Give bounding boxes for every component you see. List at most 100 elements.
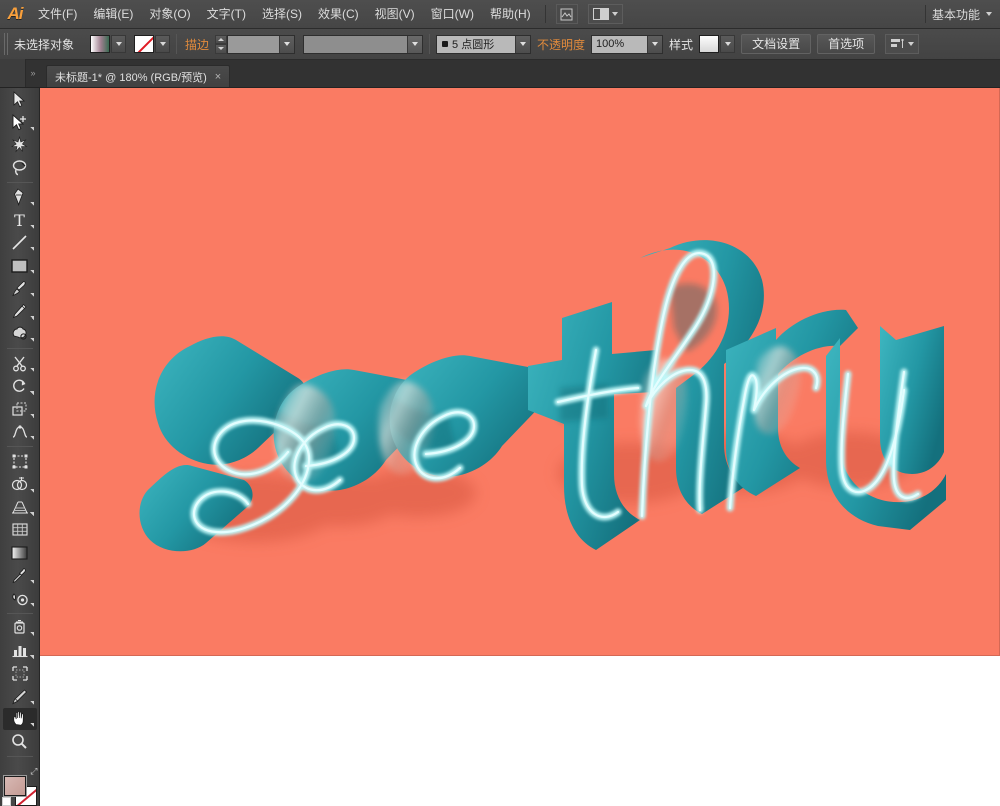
tool-divider [6,612,33,614]
workspace-label[interactable]: 基本功能 [932,6,980,23]
menu-effect[interactable]: 效果(C) [310,0,367,29]
tool-divider [6,446,33,448]
magic-wand-tool[interactable] [3,134,37,157]
fill-gradient-swatch[interactable] [90,35,111,53]
perspective-grid-tool[interactable] [3,496,37,519]
stroke-profile-dropdown-icon[interactable] [407,35,423,53]
pen-tool[interactable] [3,186,37,209]
brush-dropdown-icon[interactable] [515,35,531,53]
stroke-swatch-group[interactable] [134,35,171,53]
gradient-tool[interactable] [3,541,37,564]
line-segment-tool[interactable] [3,232,37,255]
scissors-tool[interactable] [3,352,37,375]
menu-select[interactable]: 选择(S) [254,0,310,29]
menu-file[interactable]: 文件(F) [30,0,85,29]
hand-tool[interactable] [2,707,37,731]
tool-divider [6,348,33,350]
opacity-dropdown-icon[interactable] [647,35,663,53]
opacity-value: 100% [596,38,625,50]
stroke-dropdown-button[interactable] [155,35,171,53]
tool-flyout-indicator-icon [29,700,34,705]
document-tab[interactable]: 未标题-1* @ 180% (RGB/预览) × [46,65,231,87]
swap-fill-stroke-icon[interactable]: ⤢ [30,766,37,777]
tool-flyout-indicator-icon [29,723,34,728]
align-options-icon[interactable] [885,34,920,54]
lasso-tool[interactable] [3,156,37,179]
opacity-label[interactable]: 不透明度 [537,36,585,53]
tool-flyout-indicator-icon [29,247,34,252]
selection-tool[interactable] [3,88,37,111]
artwork-3d-text[interactable] [40,88,1000,656]
chevron-down-icon [908,42,915,46]
stroke-profile-select[interactable] [303,34,424,54]
scale-tool[interactable] [3,398,37,421]
close-icon[interactable]: × [215,71,221,83]
menu-view[interactable]: 视图(V) [367,0,423,29]
zoom-tool[interactable] [3,730,37,753]
tab-bar-grip[interactable]: » [26,59,40,87]
brush-value: 5 点圆形 [452,39,495,51]
control-bar-grip[interactable] [4,33,10,55]
stroke-weight-stepper[interactable] [215,34,228,54]
stepper-down-icon [218,47,225,51]
opacity-input[interactable]: 100% [591,34,664,54]
menu-edit[interactable]: 编辑(E) [85,0,141,29]
graphic-style-swatch[interactable] [699,35,720,53]
stroke-weight-label[interactable]: 描边 [185,36,209,53]
type-tool[interactable]: T [3,209,37,232]
slice-tool[interactable] [3,685,37,708]
symbol-sprayer-tool[interactable] [3,616,37,639]
workspace-divider [924,5,926,23]
control-divider [176,34,178,54]
document-setup-button[interactable]: 文档设置 [741,34,812,54]
brush-preview-icon [442,41,449,47]
graphic-style-dropdown-button[interactable] [720,35,736,53]
toolbar-fill-swatch[interactable] [2,774,27,797]
tool-flyout-indicator-icon [29,126,34,131]
direct-selection-tool[interactable] [3,111,37,134]
fill-swatch-group[interactable] [90,35,127,53]
width-tool[interactable] [3,421,37,444]
artboard-tool[interactable] [3,662,37,685]
arrange-grid-glyph [592,8,609,20]
mesh-tool[interactable] [3,519,37,542]
stroke-weight-dropdown-icon[interactable] [279,35,295,53]
canvas-area[interactable] [40,88,1000,806]
shape-builder-tool[interactable] [3,473,37,496]
control-bar: 未选择对象 描边 5 点圆形 不透明度 100% 样式 文档设置 首选项 [0,29,1000,60]
stroke-none-swatch[interactable] [134,35,155,53]
fill-dropdown-button[interactable] [111,35,127,53]
control-divider [429,34,431,54]
menu-help[interactable]: 帮助(H) [482,0,539,29]
menu-object[interactable]: 对象(O) [141,0,198,29]
tool-divider [6,182,33,183]
blend-tool[interactable] [3,587,37,610]
chevron-down-icon[interactable] [986,12,992,16]
rotate-tool[interactable] [3,375,37,398]
arrange-documents-icon[interactable] [587,4,623,24]
bridge-icon[interactable] [555,4,578,24]
artboard[interactable] [40,88,1000,656]
tool-flyout-indicator-icon [29,413,34,418]
menu-window[interactable]: 窗口(W) [423,0,482,29]
tool-flyout-indicator-icon [29,488,34,493]
column-graph-tool[interactable] [3,639,37,662]
tool-flyout-indicator-icon [29,270,34,275]
menu-type[interactable]: 文字(T) [199,0,254,29]
brush-definition-select[interactable]: 5 点圆形 [436,34,532,54]
pencil-tool[interactable] [3,300,37,323]
eyedropper-tool[interactable] [3,564,37,587]
blob-brush-tool[interactable] [3,323,37,346]
preferences-button[interactable]: 首选项 [817,34,876,54]
tool-divider [6,756,33,757]
stroke-weight-input[interactable] [227,34,296,54]
graphic-style-group[interactable] [699,35,736,53]
workspace-switcher[interactable]: 基本功能 [924,5,1000,23]
free-transform-tool[interactable] [3,450,37,473]
default-fill-stroke-icon[interactable] [1,797,11,806]
canvas-scratch-area[interactable] [40,656,1000,806]
tools-panel: T ⤢ [0,88,40,806]
tool-flyout-indicator-icon [29,201,34,206]
rectangle-tool[interactable] [3,254,37,277]
paintbrush-tool[interactable] [3,277,37,300]
